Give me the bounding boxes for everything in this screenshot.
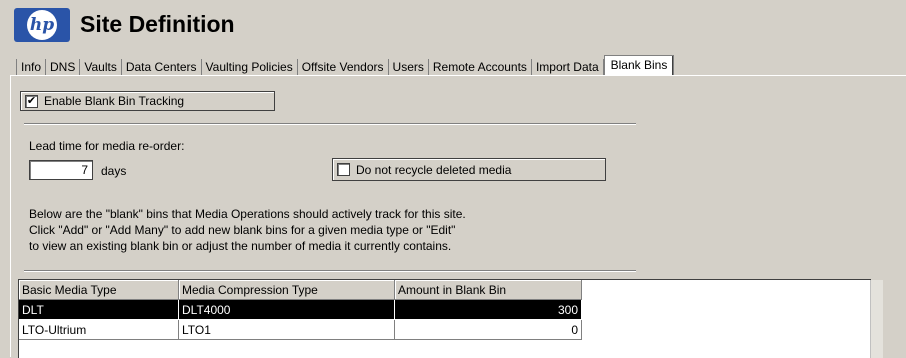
no-recycle-label: Do not recycle deleted media [356,162,512,177]
tab-vaults[interactable]: Vaults [80,59,122,75]
tab-users[interactable]: Users [389,59,429,75]
cell-media-type: LTO-Ultrium [19,319,179,340]
vertical-scrollbar[interactable] [870,280,883,358]
tab-blank-bins[interactable]: Blank Bins [603,55,675,76]
enable-tracking-label: Enable Blank Bin Tracking [44,94,185,108]
cell-compression: DLT4000 [178,299,395,320]
separator [24,270,636,272]
description-line: Click "Add" or "Add Many" to add new bla… [29,223,456,237]
lead-time-label: Lead time for media re-order: [29,139,185,153]
enable-tracking-checkbox[interactable]: ✔ Enable Blank Bin Tracking [20,91,275,111]
separator [24,123,636,125]
tab-vaulting-policies[interactable]: Vaulting Policies [202,59,298,75]
logo-text: hp [27,10,57,40]
blank-bins-table[interactable]: Basic Media Type Media Compression Type … [18,279,883,358]
cell-compression: LTO1 [178,319,395,340]
cell-amount: 0 [394,319,582,340]
description: Below are the "blank" bins that Media Op… [29,206,466,254]
table-row[interactable]: DLT DLT4000 300 [19,299,582,320]
tab-dns[interactable]: DNS [46,59,81,75]
page-title: Site Definition [80,11,235,37]
tab-bar: Info DNS Vaults Data Centers Vaulting Po… [16,55,675,76]
cell-media-type: DLT [19,299,179,320]
cell-amount: 300 [394,299,582,320]
header: hp Site Definition [10,6,890,46]
table-row[interactable]: LTO-Ultrium LTO1 0 [19,319,582,340]
checkbox-checked-icon: ✔ [25,94,38,108]
column-header-compression[interactable]: Media Compression Type [178,280,395,300]
days-label: days [101,164,127,178]
column-header-amount[interactable]: Amount in Blank Bin [394,280,582,300]
lead-time-input[interactable]: 7 [29,160,93,180]
blank-bins-panel: ✔ Enable Blank Bin Tracking Lead time fo… [10,75,906,358]
table-header-row: Basic Media Type Media Compression Type … [19,280,582,300]
hp-logo: hp [14,8,70,42]
tab-info[interactable]: Info [16,59,47,75]
tab-import-data[interactable]: Import Data [532,59,604,75]
tab-remote-accounts[interactable]: Remote Accounts [429,59,532,75]
column-header-media-type[interactable]: Basic Media Type [19,280,179,300]
description-line: to view an existing blank bin or adjust … [29,239,452,253]
description-line: Below are the "blank" bins that Media Op… [29,207,466,221]
no-recycle-checkbox[interactable]: Do not recycle deleted media [332,158,606,181]
tab-offsite-vendors[interactable]: Offsite Vendors [298,59,389,75]
checkbox-unchecked-icon [337,163,350,176]
tab-data-centers[interactable]: Data Centers [122,59,202,75]
